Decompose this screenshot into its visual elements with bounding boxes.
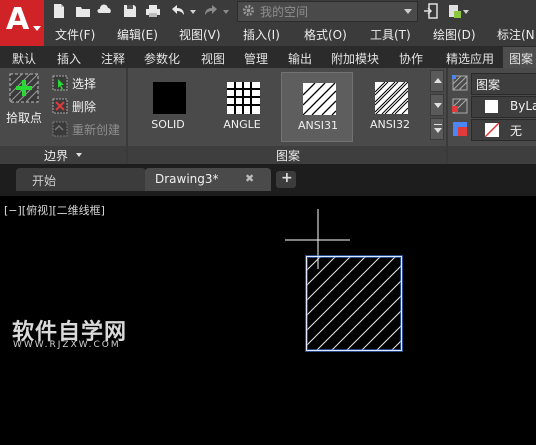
- open-folder-icon[interactable]: [75, 3, 91, 19]
- tab-hatch-editor[interactable]: 图案: [503, 47, 536, 68]
- menu-view[interactable]: 视图(V): [179, 26, 221, 43]
- select-label: 选择: [72, 77, 97, 91]
- recreate-boundary-icon: [52, 121, 68, 137]
- watermark-url: WWW.RJZXW.COM: [13, 340, 121, 350]
- hatch-color-value: ByLa: [510, 99, 536, 113]
- plus-icon: +: [281, 170, 293, 186]
- tab-manage[interactable]: 管理: [244, 50, 268, 67]
- menu-tools[interactable]: 工具(T): [370, 26, 411, 43]
- tab-start-label: 开始: [32, 174, 57, 188]
- new-file-icon[interactable]: [51, 3, 67, 19]
- solid-pattern-swatch: [153, 82, 186, 114]
- drawing-objects[interactable]: [280, 205, 410, 355]
- tab-view[interactable]: 视图: [201, 50, 225, 67]
- tab-insert[interactable]: 插入: [57, 50, 81, 67]
- ansi32-pattern-swatch: [375, 82, 408, 114]
- close-icon[interactable]: ✖: [245, 172, 254, 185]
- recreate-label: 重新创建: [72, 123, 121, 137]
- pick-points-icon: [9, 73, 39, 103]
- menu-format[interactable]: 格式(O): [304, 26, 347, 43]
- expand-gallery-button[interactable]: [430, 118, 444, 140]
- tab-drawing3[interactable]: Drawing3* ✖: [145, 168, 271, 191]
- delete-label: 删除: [72, 100, 97, 114]
- tab-parametric[interactable]: 参数化: [144, 50, 180, 67]
- remove-boundary-button[interactable]: 删除: [52, 98, 126, 114]
- no-color-swatch: [485, 123, 499, 137]
- hatch-color-icon: [452, 98, 468, 114]
- viewport-controls-label[interactable]: [−][俯视][二维线框]: [4, 202, 105, 218]
- workspace-search-box[interactable]: 我的空间: [237, 1, 418, 22]
- tab-annotate[interactable]: 注释: [101, 50, 125, 67]
- pick-points-label: 拾取点: [6, 111, 43, 125]
- undo-dropdown-icon[interactable]: [189, 3, 197, 19]
- sign-in-icon[interactable]: [423, 3, 439, 19]
- background-color-value: 无: [510, 124, 523, 138]
- autocad-logo-letter: A: [6, 2, 30, 37]
- scroll-down-button[interactable]: [430, 94, 444, 116]
- new-tab-button[interactable]: +: [276, 170, 296, 188]
- chevron-down-icon: [434, 103, 442, 108]
- select-boundary-button[interactable]: 选择: [52, 75, 126, 91]
- menu-edit[interactable]: 编辑(E): [117, 26, 158, 43]
- background-color-dropdown[interactable]: 无: [471, 119, 536, 141]
- chevron-down-icon[interactable]: [76, 153, 82, 157]
- undo-icon[interactable]: [170, 3, 186, 19]
- tab-collaborate[interactable]: 协作: [399, 50, 423, 67]
- hatch-color-dropdown[interactable]: ByLa: [471, 96, 536, 118]
- application-menu-button[interactable]: A: [0, 0, 44, 46]
- tab-output[interactable]: 输出: [288, 50, 312, 67]
- scroll-up-button[interactable]: [430, 70, 444, 92]
- chevron-down-icon: [434, 128, 442, 133]
- ansi31-pattern-swatch: [303, 83, 336, 115]
- share-icon[interactable]: [446, 3, 462, 19]
- workspace-search-placeholder: 我的空间: [260, 5, 309, 19]
- hatch-type-value: 图案: [476, 78, 501, 92]
- tab-hatch-editor-label: 图案: [509, 52, 534, 66]
- pattern-ansi31-label: ANSI31: [298, 119, 338, 132]
- gallery-expand-line-icon: [434, 124, 442, 125]
- pattern-gallery-scroller[interactable]: [430, 70, 444, 144]
- menu-file[interactable]: 文件(F): [55, 26, 95, 43]
- tab-default[interactable]: 默认: [12, 50, 36, 67]
- hatch-type-dropdown[interactable]: 图案: [471, 73, 536, 95]
- boundary-panel-title: 边界: [44, 149, 69, 163]
- save-cloud-icon[interactable]: [97, 3, 113, 19]
- tab-start[interactable]: 开始: [16, 168, 146, 191]
- pattern-ansi32[interactable]: ANSI32: [354, 72, 426, 142]
- remove-boundary-icon: [52, 98, 68, 114]
- menu-dimension[interactable]: 标注(N: [497, 26, 535, 43]
- recreate-boundary-button[interactable]: 重新创建: [52, 121, 126, 137]
- redo-dropdown-icon[interactable]: [222, 3, 230, 19]
- menu-draw[interactable]: 绘图(D): [433, 26, 476, 43]
- pattern-ansi32-label: ANSI32: [370, 118, 410, 131]
- angle-pattern-swatch: [227, 82, 260, 114]
- chevron-down-icon: [33, 26, 41, 31]
- pattern-angle[interactable]: ANGLE: [206, 72, 278, 142]
- ribbon-tab-bar: 默认 插入 注释 参数化 视图 管理 输出 附加模块 协作 精选应用: [0, 46, 536, 68]
- color-swatch: [485, 100, 498, 113]
- properties-panel-title-bar: [448, 146, 536, 164]
- chevron-up-icon: [434, 78, 442, 83]
- pattern-solid-label: SOLID: [151, 118, 185, 131]
- tab-featured-apps[interactable]: 精选应用: [446, 50, 494, 67]
- pattern-ansi31[interactable]: ANSI31: [281, 72, 353, 142]
- menu-insert[interactable]: 插入(I): [243, 26, 280, 43]
- ansi31-hatch-fill[interactable]: [306, 256, 410, 351]
- redo-icon[interactable]: [203, 3, 219, 19]
- tab-addins[interactable]: 附加模块: [331, 50, 379, 67]
- pattern-panel-title: 图案: [276, 149, 301, 163]
- tab-drawing3-label: Drawing3*: [155, 172, 219, 186]
- save-icon[interactable]: [122, 3, 138, 19]
- pattern-angle-label: ANGLE: [223, 118, 261, 131]
- background-color-icon: [453, 122, 467, 136]
- share-dropdown-icon[interactable]: [462, 3, 470, 19]
- select-objects-icon: [52, 75, 68, 91]
- pattern-solid[interactable]: SOLID: [132, 72, 204, 142]
- print-icon[interactable]: [145, 3, 161, 19]
- hatch-type-icon: [452, 75, 468, 91]
- pick-points-button[interactable]: 拾取点: [4, 72, 44, 125]
- chevron-down-icon: [404, 9, 412, 14]
- gear-icon: [242, 4, 255, 17]
